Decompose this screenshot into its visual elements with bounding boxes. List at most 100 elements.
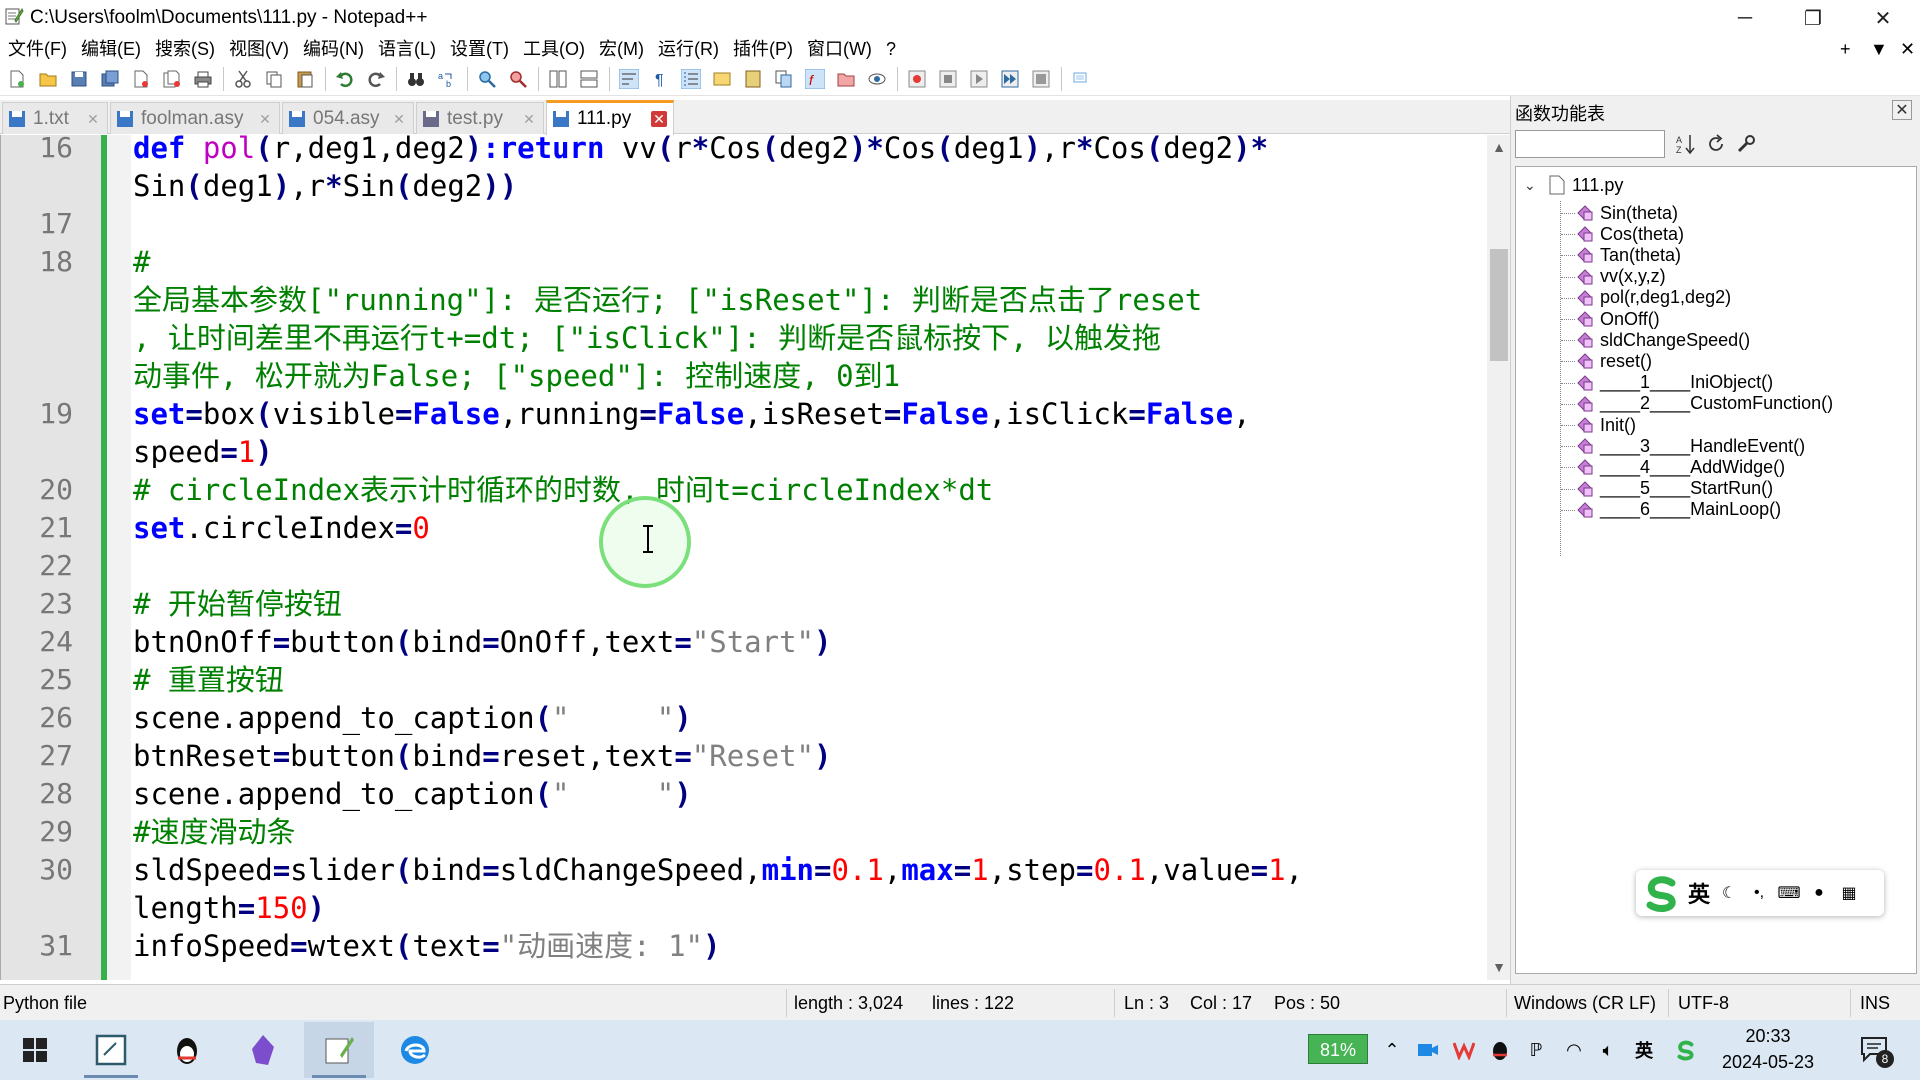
qq-tray-icon[interactable] [1488,1038,1512,1062]
cut-button[interactable] [230,66,256,92]
print-button[interactable] [190,66,216,92]
ime-language-toggle[interactable]: 英 [1688,877,1710,909]
line-number[interactable]: 18 [1,243,73,281]
menu-settings[interactable]: 设置(T) [442,36,515,62]
save-all-button[interactable] [97,66,123,92]
indent-guide-button[interactable] [678,66,704,92]
user-defined-language-button[interactable] [709,66,735,92]
play-macro-button[interactable] [966,66,992,92]
menu-window[interactable]: 窗口(W) [799,36,878,62]
line-number[interactable]: 20 [1,471,73,509]
wifi-icon[interactable]: ◠ [1562,1038,1586,1062]
menu-macro[interactable]: 宏(M) [591,36,650,62]
code-line[interactable]: set.circleIndex=0 [133,509,430,547]
document-map-button[interactable] [740,66,766,92]
taskbar-app-notes[interactable] [76,1022,146,1078]
code-line[interactable]: , 让时间差里不再运行t+=dt; ["isClick"]: 判断是否鼠标按下,… [133,319,1161,357]
tab-054-asy[interactable]: 054.asy ✕ [282,102,414,134]
chevron-down-icon[interactable]: ⌄ [1524,177,1544,194]
line-number[interactable]: 21 [1,509,73,547]
new-tab-plus-button[interactable]: + [1840,36,1851,62]
code-editor[interactable]: 16 17 18 19 20 21 22 23 24 25 26 27 28 29 30 31 def pol… [0,135,1510,980]
code-line[interactable]: Sin(deg1),r*Sin(deg2)) [133,167,517,205]
sync-horizontal-button[interactable] [576,66,602,92]
code-line[interactable]: btnOnOff=button(bind=OnOff,text="Start") [133,623,831,661]
tab-list-dropdown-button[interactable]: ▼ [1870,36,1888,62]
user-icon[interactable]: ● [1808,882,1830,904]
line-number[interactable]: 27 [1,737,73,775]
line-number[interactable]: 29 [1,813,73,851]
code-line[interactable]: infoSpeed=wtext(text="动画速度: 1") [133,927,720,965]
word-wrap-button[interactable] [616,66,642,92]
tab-close-button[interactable]: ✕ [521,111,537,127]
record-macro-button[interactable] [904,66,930,92]
code-line[interactable]: speed=1) [133,433,273,471]
line-number[interactable]: 25 [1,661,73,699]
code-line[interactable]: set=box(visible=False,running=False,isRe… [133,395,1251,433]
save-macro-button[interactable] [1028,66,1054,92]
code-line[interactable]: #速度滑动条 [133,813,295,851]
wps-tray-icon[interactable] [1452,1038,1476,1062]
tab-test-py[interactable]: test.py ✕ [416,102,544,134]
taskbar-app-notepad-plus-plus[interactable] [304,1022,374,1078]
status-insert-mode[interactable]: INS [1860,993,1890,1014]
preferences-button[interactable] [1733,132,1759,156]
status-position[interactable]: Pos : 50 [1274,993,1340,1014]
close-file-button[interactable] [128,66,154,92]
menu-run[interactable]: 运行(R) [650,36,725,62]
new-file-button[interactable] [4,66,30,92]
panel-close-button[interactable]: ✕ [1892,100,1912,120]
clock-date[interactable]: 2024-05-23 [1718,1052,1818,1073]
plugin-button[interactable] [1068,66,1094,92]
code-line[interactable]: sldSpeed=slider(bind=sldChangeSpeed,min=… [133,851,1303,889]
notification-center-button[interactable]: 8 [1858,1034,1894,1068]
menu-language[interactable]: 语言(L) [370,36,442,62]
sync-vertical-button[interactable] [545,66,571,92]
taskbar-app-obsidian[interactable] [228,1022,298,1078]
input-language-indicator[interactable]: 英 [1632,1038,1656,1062]
replace-button[interactable]: ab [434,66,460,92]
meeting-app-tray-icon[interactable] [1416,1038,1440,1062]
zoom-out-button[interactable] [505,66,531,92]
tree-root-item[interactable]: ⌄ 111.py [1524,173,1623,197]
status-encoding[interactable]: UTF-8 [1678,993,1729,1014]
close-all-button[interactable] [159,66,185,92]
volume-icon[interactable]: 🔈︎ [1596,1038,1620,1062]
battery-indicator[interactable]: 81% [1308,1034,1368,1064]
fold-margin[interactable] [107,135,131,980]
scrollbar-thumb[interactable] [1490,249,1508,361]
paste-button[interactable] [292,66,318,92]
line-number[interactable]: 31 [1,927,73,965]
code-line[interactable]: btnReset=button(bind=reset,text="Reset") [133,737,831,775]
tab-close-button[interactable]: ✕ [391,111,407,127]
stop-macro-button[interactable] [935,66,961,92]
function-search-input[interactable] [1515,130,1665,158]
keyboard-icon[interactable]: ⌨ [1777,882,1800,904]
function-tree[interactable]: ⌄ 111.py Sin(theta) Cos(theta) Tan(theta) v… [1515,166,1917,974]
code-line[interactable]: # 重置按钮 [133,661,284,699]
taskbar-app-edge[interactable] [380,1022,450,1078]
sogou-tray-icon[interactable] [1674,1038,1698,1062]
sort-button[interactable]: AZ [1673,132,1699,156]
toolbox-grid-icon[interactable]: ▦ [1838,882,1860,904]
close-button[interactable]: ✕ [1854,0,1912,36]
menu-edit[interactable]: 编辑(E) [73,36,147,62]
code-line[interactable]: scene.append_to_caption(" ") [133,775,692,813]
tab-close-button[interactable]: ✕ [651,111,667,127]
taskbar-app-qq[interactable] [152,1022,222,1078]
open-file-button[interactable] [35,66,61,92]
code-line[interactable]: # circleIndex表示计时循环的时数, 时间t=circleIndex*… [133,471,993,509]
tab-close-button[interactable]: ✕ [257,111,273,127]
function-list-button[interactable]: f [802,66,828,92]
ime-toolbar[interactable]: 英 ☾ •, ⌨ ● ▦ [1636,870,1884,916]
line-number[interactable]: 19 [1,395,73,433]
run-macro-multiple-button[interactable] [997,66,1023,92]
scroll-down-arrow-icon[interactable]: ▼ [1487,955,1510,979]
line-number[interactable]: 30 [1,851,73,889]
undo-button[interactable] [332,66,358,92]
code-line[interactable]: 动事件, 松开就为False; ["speed"]: 控制速度, 0到1 [133,357,900,395]
line-number[interactable]: 17 [1,205,73,243]
line-number[interactable]: 28 [1,775,73,813]
document-list-button[interactable] [771,66,797,92]
punctuation-icon[interactable]: •, [1748,882,1770,904]
